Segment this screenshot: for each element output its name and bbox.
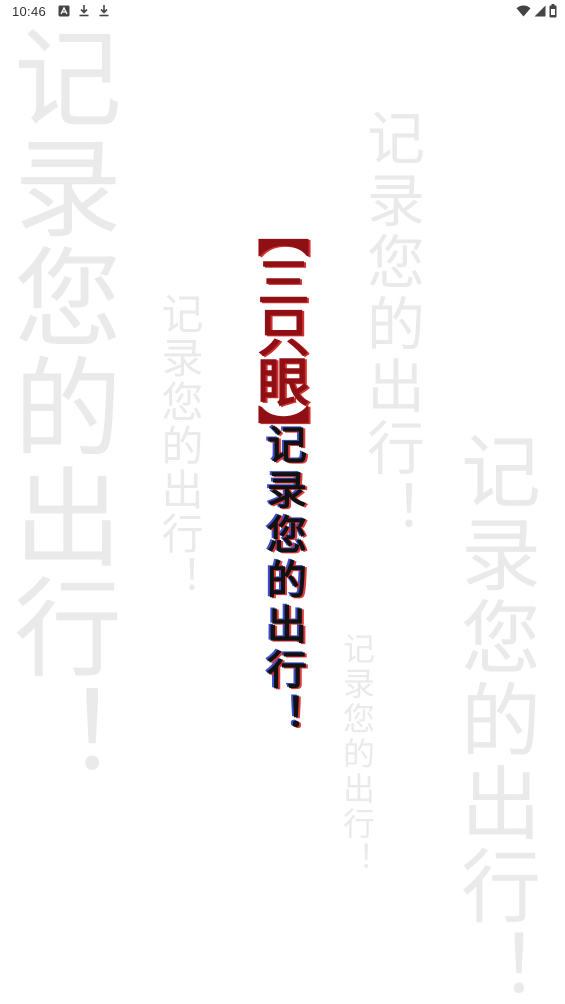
wifi-icon xyxy=(516,5,531,17)
battery-icon xyxy=(549,4,557,18)
background-slogan-large: 记录您的出行！ xyxy=(448,430,541,1004)
status-bar: 10:46 xyxy=(0,0,565,24)
background-slogan-medium: 记录您的出行！ xyxy=(357,108,425,542)
background-slogan-small: 记录您的出行！ xyxy=(155,292,204,600)
status-icons-left xyxy=(58,4,110,17)
background-slogan-xsmall: 记录您的出行！ xyxy=(338,632,376,877)
notification-a-icon xyxy=(58,5,70,17)
background-slogan-xl: 记录您的出行！ xyxy=(0,22,121,792)
download-icon xyxy=(78,4,90,17)
status-time: 10:46 xyxy=(12,4,47,19)
download-icon xyxy=(98,4,110,17)
main-slogan: 记录您的出行！ xyxy=(260,424,306,739)
status-icons-right xyxy=(516,4,557,18)
app-brand-title: 【三只眼】 xyxy=(248,205,308,455)
splash-screen: 10:46 记录您的出行！ 记录您的出行！ 记录您的出行！ 记录您的出行！ 记录… xyxy=(0,0,565,1004)
signal-icon xyxy=(534,5,546,17)
